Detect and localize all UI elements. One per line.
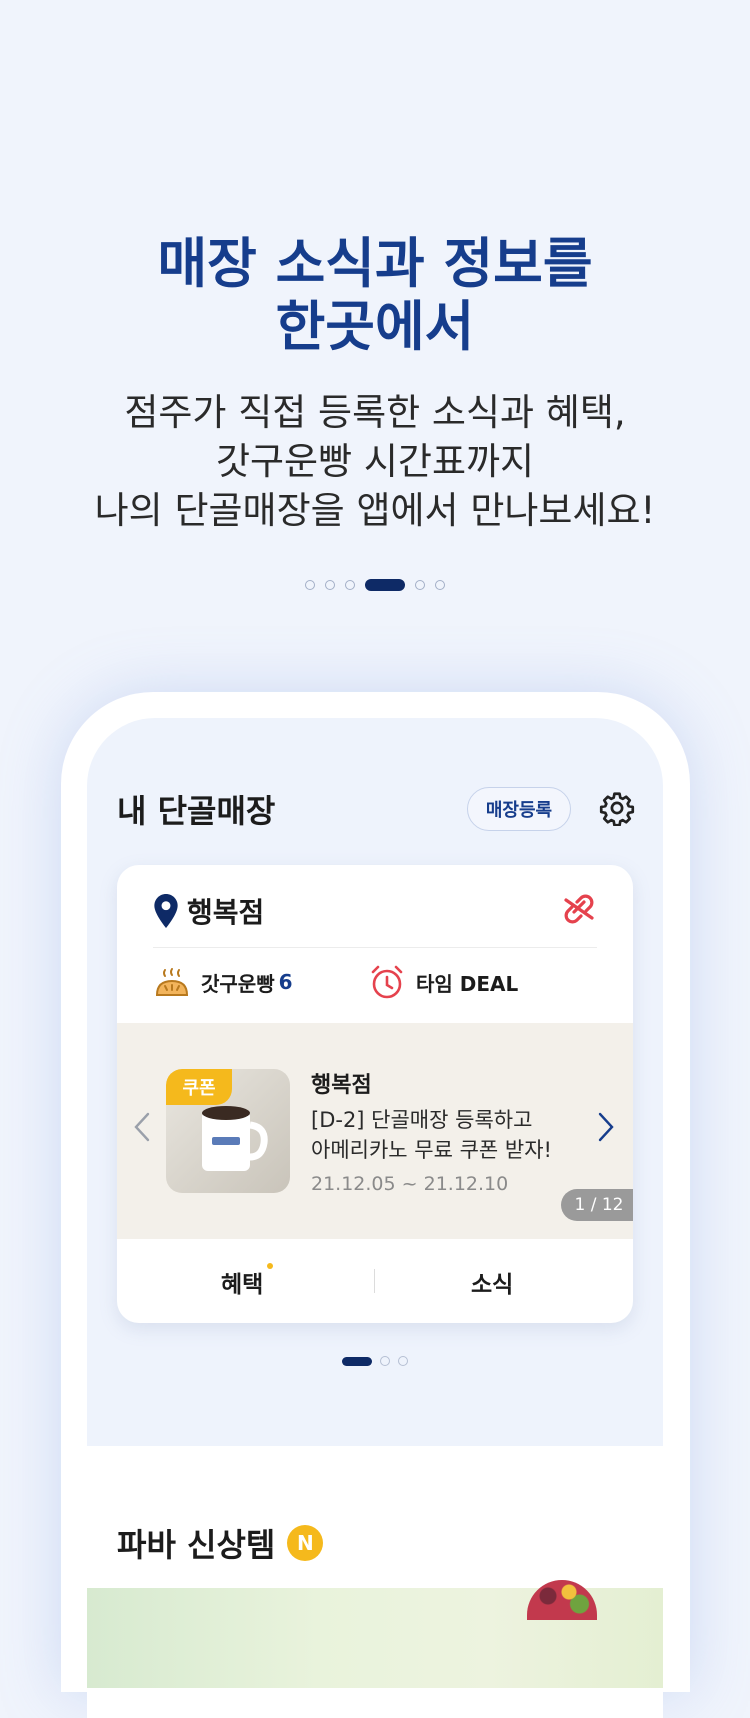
promo-date: 21.12.05 ~ 21.12.10 (311, 1173, 509, 1195)
intro-description: 점주가 직접 등록한 소식과 혜택, 갓구운빵 시간표까지 나의 단골매장을 앱… (0, 388, 750, 535)
card-pager-dot[interactable] (380, 1356, 390, 1366)
bread-icon (155, 968, 189, 996)
tab-benefits[interactable]: 혜택 (221, 1265, 263, 1299)
store-name: 행복점 (187, 896, 265, 929)
pager-dot[interactable] (305, 580, 315, 590)
description-line-1: 점주가 직접 등록한 소식과 혜택, (124, 391, 626, 434)
alarm-clock-icon (371, 965, 403, 999)
promo-text: 행복점 [D-2] 단골매장 등록하고 아메리카노 무료 쿠폰 받자! 21.1… (311, 1067, 591, 1195)
new-indicator-dot (267, 1263, 273, 1269)
card-pager[interactable] (87, 1356, 663, 1366)
card-divider (153, 947, 597, 948)
location-pin-icon (154, 894, 178, 928)
new-badge: N (287, 1525, 324, 1561)
gear-icon[interactable] (599, 790, 635, 826)
card-pager-dot[interactable] (398, 1356, 408, 1366)
promo-thumbnail: 쿠폰 (166, 1069, 290, 1193)
new-items-title-row: 파바 신상템 N (117, 1520, 324, 1566)
coupon-tag: 쿠폰 (166, 1069, 232, 1105)
register-store-button[interactable]: 매장등록 (467, 787, 571, 831)
unlink-icon[interactable] (561, 893, 597, 925)
description-line-2: 갓구운빵 시간표까지 (215, 440, 535, 483)
promo-description: [D-2] 단골매장 등록하고 아메리카노 무료 쿠폰 받자! (311, 1105, 591, 1165)
promo-banner[interactable]: 쿠폰 행복점 [D-2] 단골매장 등록하고 아메리카노 무료 쿠폰 받자! 2… (117, 1023, 633, 1239)
store-info-row: 갓구운빵 6 타임 DEAL (153, 963, 597, 1005)
tab-news[interactable]: 소식 (471, 1265, 513, 1299)
product-image[interactable] (87, 1580, 663, 1688)
store-header[interactable]: 행복점 (153, 891, 264, 931)
new-items-title: 파바 신상템 (117, 1526, 276, 1564)
pager-dot-active[interactable] (365, 579, 405, 591)
pager-dot[interactable] (415, 580, 425, 590)
promo-page-indicator: 1 / 12 (561, 1189, 633, 1221)
fresh-bread-count: 6 (278, 970, 293, 994)
onboarding-pager[interactable] (0, 579, 750, 591)
promo-desc-line-2: 아메리카노 무료 쿠폰 받자! (311, 1138, 552, 1162)
promo-store-name: 행복점 (311, 1073, 372, 1098)
new-items-section: 파바 신상템 N (87, 1446, 663, 1718)
headline-line-2: 한곳에서 (275, 295, 475, 358)
phone-screen: 내 단골매장 매장등록 행복점 갓구운빵 6 타임 DEAL 쿠폰 행복점 [D… (87, 718, 663, 1718)
card-pager-dot-active[interactable] (342, 1356, 372, 1366)
pager-dot[interactable] (345, 580, 355, 590)
pager-dot[interactable] (325, 580, 335, 590)
description-line-3: 나의 단골매장을 앱에서 만나보세요! (94, 489, 656, 532)
fresh-bread-item[interactable]: 갓구운빵 6 (153, 963, 293, 1001)
my-store-title: 내 단골매장 (117, 792, 276, 830)
fruit-decoration (527, 1580, 597, 1620)
store-tabs: 혜택 소식 (117, 1239, 633, 1323)
time-deal-label: 타임 DEAL (416, 971, 519, 996)
my-store-card: 행복점 갓구운빵 6 타임 DEAL 쿠폰 행복점 [D-2] 단골매장 등록하… (117, 865, 633, 1323)
chevron-left-icon[interactable] (133, 1111, 151, 1143)
promo-desc-line-1: [D-2] 단골매장 등록하고 (311, 1108, 533, 1132)
pager-dot[interactable] (435, 580, 445, 590)
time-deal-item[interactable]: 타임 DEAL (368, 963, 518, 1001)
headline-line-1: 매장 소식과 정보를 (157, 232, 593, 295)
intro-headline: 매장 소식과 정보를 한곳에서 (0, 232, 750, 358)
tab-separator (374, 1269, 375, 1293)
fresh-bread-label: 갓구운빵 (201, 971, 275, 996)
chevron-right-icon[interactable] (597, 1111, 615, 1143)
